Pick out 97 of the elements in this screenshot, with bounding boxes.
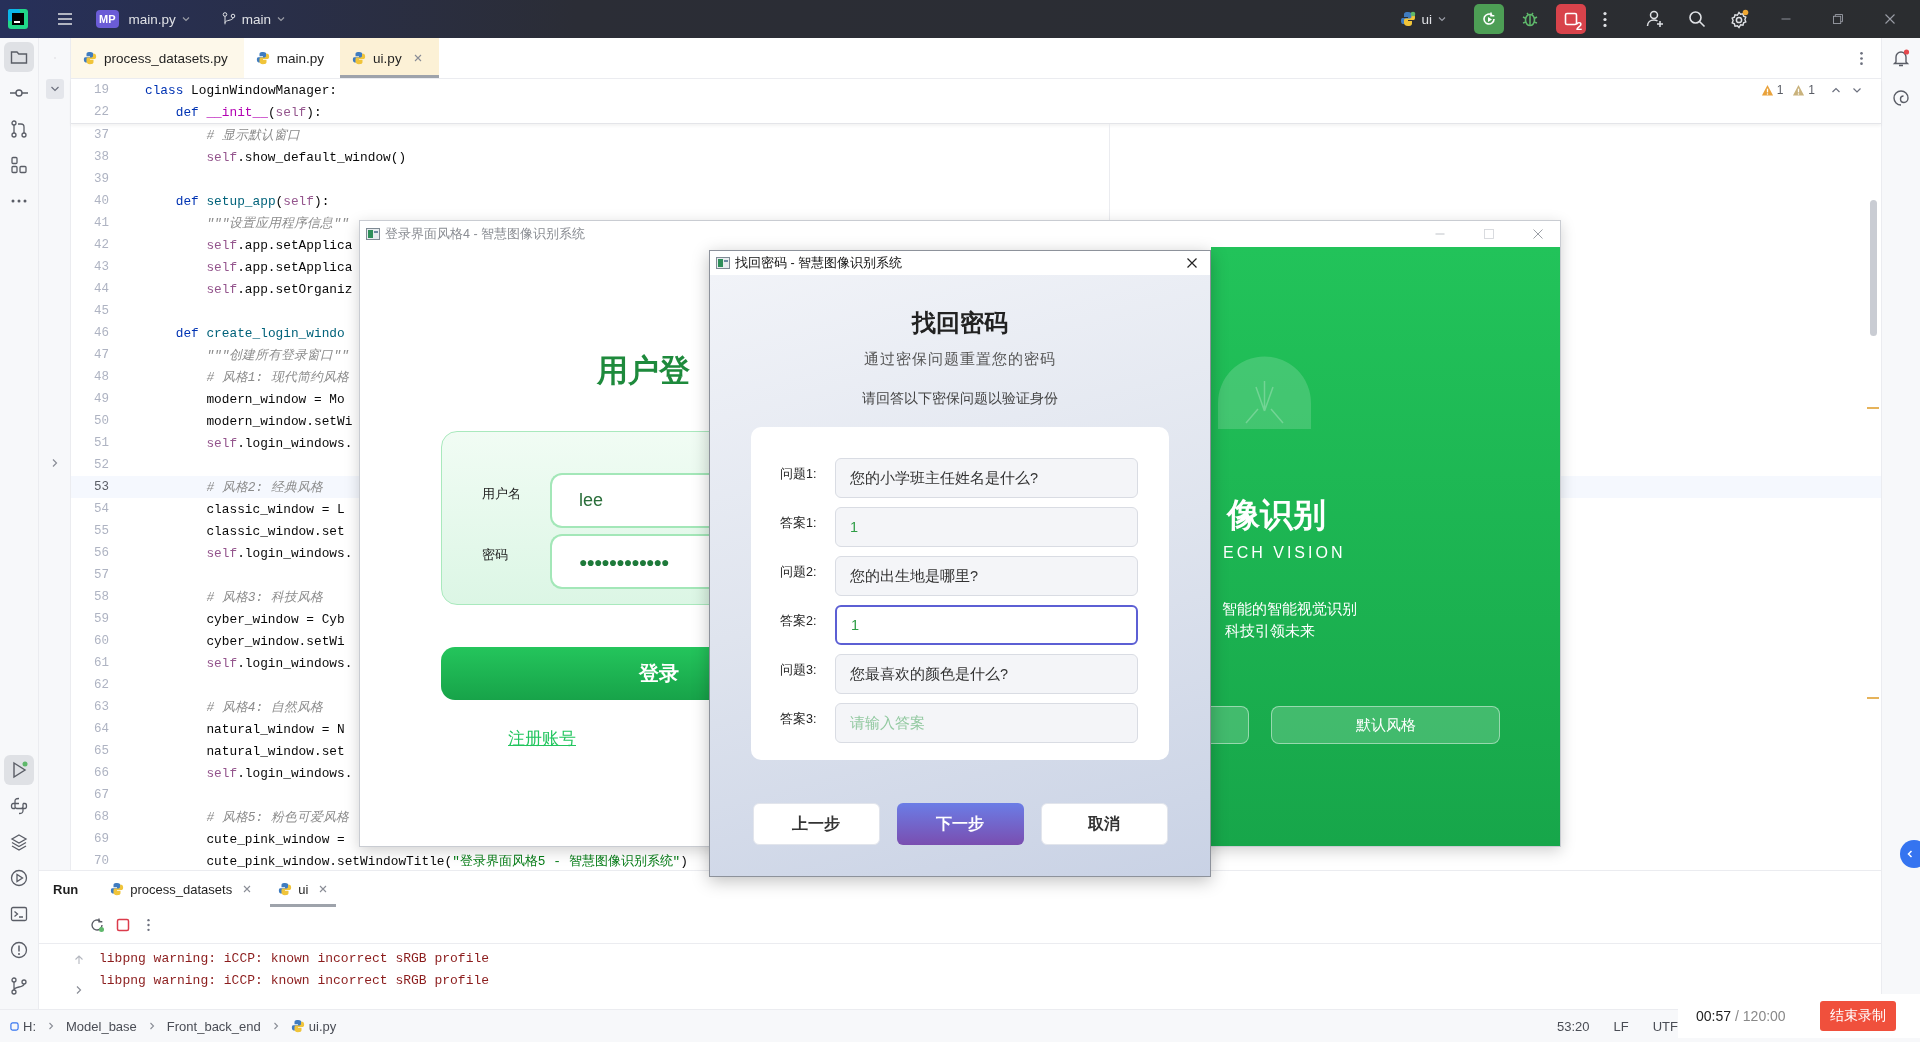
password-label: 密码: [482, 546, 509, 564]
line-number: 46: [93, 326, 109, 340]
username-label: 用户名: [482, 485, 522, 503]
code-line: cyber_window.setWi: [205, 633, 345, 649]
line-number: 60: [93, 634, 109, 648]
code-line: classic_window = L: [205, 501, 345, 517]
code-line: self.login_windows.: [205, 435, 353, 451]
console-output-line: libpng warning: iCCP: known incorrect sRGB profile: [99, 950, 490, 968]
question-label: 问题3:: [780, 662, 818, 679]
code-line: cute_pink_window =: [205, 831, 345, 847]
line-number: 39: [93, 172, 109, 186]
line-number: 70: [93, 854, 109, 868]
console-output-line: libpng warning: iCCP: known incorrect sRGB profile: [99, 972, 490, 990]
dialog-subtitle: 通过密保问题重置您的密码: [864, 350, 1056, 368]
recording-elapsed: 00:57: [1696, 1008, 1732, 1024]
code-line: """创建所有登录窗口"": [205, 346, 349, 364]
code-line: class LoginWindowManager:: [145, 82, 337, 98]
code-line: modern_window = Mo: [205, 391, 345, 407]
brand-tagline: 科技引领未来: [1224, 621, 1316, 641]
code-line: self.login_windows.: [205, 655, 353, 671]
code-line: # 风格2: 经典风格: [205, 478, 323, 496]
line-number: 55: [93, 524, 109, 538]
code-line: # 风格3: 科技风格: [205, 588, 323, 606]
code-line: natural_window.set: [205, 743, 345, 759]
brand-heading: 像识别: [1227, 496, 1327, 534]
code-line: # 风格5: 粉色可爱风格: [205, 808, 349, 826]
code-line: modern_window.setWi: [205, 413, 353, 429]
recording-limit: / 120:00: [1735, 1008, 1786, 1024]
line-number: 45: [93, 304, 109, 318]
line-number: 48: [93, 370, 109, 384]
code-line: classic_window.set: [205, 523, 345, 539]
line-number: 62: [93, 678, 109, 692]
dialog-instruction: 请回答以下密保问题以验证身份: [862, 389, 1058, 407]
question-label: 问题2:: [780, 564, 818, 581]
tab-label: ui: [298, 881, 309, 897]
line-number: 43: [93, 260, 109, 274]
line-number: 38: [93, 150, 109, 164]
line-number: 57: [93, 568, 109, 582]
code-line: def __init__(self):: [174, 104, 322, 120]
answer-label: 答案2:: [780, 613, 818, 630]
line-number: 42: [93, 238, 109, 252]
code-line: def create_login_windo: [174, 325, 345, 341]
brand-subtitle: ECH VISION: [1223, 544, 1347, 562]
line-number: 54: [93, 502, 109, 516]
code-line: # 风格1: 现代简约风格: [205, 368, 349, 386]
project-badge: MP: [96, 10, 119, 28]
tab-label: ui.py: [373, 50, 402, 66]
line-number: 19: [93, 83, 109, 97]
window-title: 登录界面风格4 - 智慧图像识别系统: [385, 225, 586, 243]
line-number: 44: [93, 282, 109, 296]
code-line: cyber_window = Cyb: [205, 611, 345, 627]
line-number: 53: [93, 480, 109, 494]
line-number: 58: [93, 590, 109, 604]
brand-tagline: 智能的智能视觉识别: [1222, 599, 1358, 619]
code-line: self.app.setApplica: [205, 259, 353, 275]
answer-label: 答案3:: [780, 711, 818, 728]
warning-count: 1: [1776, 83, 1784, 97]
question-label: 问题1:: [780, 466, 818, 483]
line-number: 56: [93, 546, 109, 560]
line-number: 65: [93, 744, 109, 758]
panel-title: Run: [53, 881, 79, 897]
answer-label: 答案1:: [780, 515, 818, 532]
line-number: 69: [93, 832, 109, 846]
line-number: 66: [93, 766, 109, 780]
line-number: 59: [93, 612, 109, 626]
line-number: 63: [93, 700, 109, 714]
line-number: 51: [93, 436, 109, 450]
code-line: cute_pink_window.setWindowTitle("登录界面风格5 - 智慧图像识别系统"): [205, 852, 688, 870]
line-number: 64: [93, 722, 109, 736]
line-number: 22: [93, 105, 109, 119]
line-number: 37: [93, 128, 109, 142]
line-number: 49: [93, 392, 109, 406]
dialog-title: 找回密码 - 智慧图像识别系统: [735, 254, 903, 272]
line-number: 52: [93, 458, 109, 472]
tab-label: process_datasets: [130, 881, 233, 897]
tab-label: process_datasets.py: [104, 50, 228, 66]
code-line: """设置应用程序信息"": [205, 214, 349, 232]
code-line: self.app.setOrganiz: [205, 281, 353, 297]
line-number: 67: [93, 788, 109, 802]
code-line: self.app.setApplica: [205, 237, 353, 253]
tab-label: main.py: [276, 50, 325, 66]
code-line: self.login_windows.: [205, 765, 353, 781]
line-number: 41: [93, 216, 109, 230]
code-line: self.login_windows.: [205, 545, 353, 561]
warning-count: 1: [1808, 83, 1815, 97]
line-number: 68: [93, 810, 109, 824]
line-number: 47: [93, 348, 109, 362]
code-line: # 显示默认窗口: [205, 126, 300, 144]
code-line: natural_window = N: [205, 721, 345, 737]
dialog-heading: 找回密码: [912, 308, 1008, 338]
code-line: self.show_default_window(): [205, 149, 407, 165]
line-number: 50: [93, 414, 109, 428]
code-line: # 风格4: 自然风格: [205, 698, 323, 716]
login-heading: 用户登: [597, 352, 690, 390]
line-number: 40: [93, 194, 109, 208]
line-number: 61: [93, 656, 109, 670]
code-line: def setup_app(self):: [174, 193, 330, 209]
